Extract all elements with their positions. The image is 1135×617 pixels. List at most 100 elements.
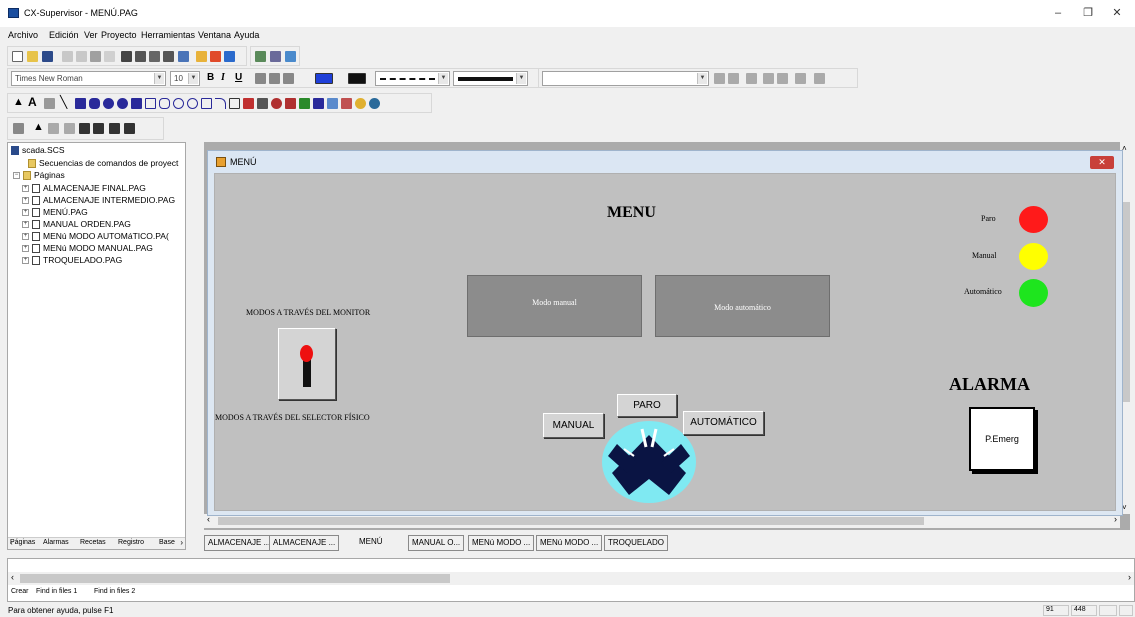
database-icon[interactable]: [255, 51, 266, 62]
fill-color-icon[interactable]: [315, 73, 333, 84]
menu-ayuda[interactable]: Ayuda: [234, 30, 259, 40]
emergency-stop-button[interactable]: P.Emerg: [969, 407, 1035, 471]
circle-outline-icon[interactable]: [187, 98, 198, 109]
scroll-thumb[interactable]: [218, 517, 924, 525]
toggle-tool-icon[interactable]: [243, 98, 254, 109]
cut-icon[interactable]: [62, 51, 73, 62]
group-icon[interactable]: [64, 123, 75, 134]
line-chart-tool-icon[interactable]: [327, 98, 338, 109]
menu-herramientas[interactable]: Herramientas: [141, 30, 195, 40]
menu-archivo[interactable]: Archivo: [8, 30, 38, 40]
menu-edicion[interactable]: Edición: [49, 30, 79, 40]
expand-icon[interactable]: +: [22, 221, 29, 229]
maximize-button[interactable]: ❐: [1077, 5, 1099, 21]
doc-tab[interactable]: ALMACENAJE ...: [204, 535, 275, 551]
tab-find-2[interactable]: Find in files 2: [94, 588, 135, 595]
expand-icon[interactable]: +: [22, 233, 29, 241]
paste-icon[interactable]: [90, 51, 101, 62]
tab-recetas[interactable]: Recetas: [80, 539, 106, 546]
ellipse-tool-icon[interactable]: [103, 98, 114, 109]
page-icon[interactable]: [178, 51, 189, 62]
rounded-outline-icon[interactable]: [159, 98, 170, 109]
line-style-combo[interactable]: ▼: [375, 71, 450, 86]
underline-button[interactable]: U: [235, 72, 242, 83]
scroll-thumb[interactable]: [20, 574, 450, 583]
menu-ventana[interactable]: Ventana: [198, 30, 231, 40]
doc-tab[interactable]: TROQUELADO: [604, 535, 669, 551]
tab-find-1[interactable]: Find in files 1: [36, 588, 77, 595]
tree-item[interactable]: + ALMACENAJE INTERMEDIO.PAG: [22, 195, 175, 206]
same-size-icon[interactable]: [746, 73, 757, 84]
tree-item[interactable]: + MANUAL ORDEN.PAG: [22, 219, 131, 230]
open-icon[interactable]: [27, 51, 38, 62]
pointer-icon[interactable]: ▲: [13, 96, 24, 108]
size-combo[interactable]: 10 ▼: [170, 71, 200, 86]
context-help-icon[interactable]: [163, 51, 174, 62]
space-down-icon[interactable]: [777, 73, 788, 84]
find-icon[interactable]: [121, 51, 132, 62]
tree-item[interactable]: + MENú MODO AUTOMáTICO.PA(: [22, 231, 169, 242]
line-color-icon[interactable]: [348, 73, 366, 84]
pushbutton-tool-icon[interactable]: [229, 98, 240, 109]
save-icon[interactable]: [42, 51, 53, 62]
linear-gauge-icon[interactable]: [285, 98, 296, 109]
mode-manual-box[interactable]: Modo manual: [467, 275, 642, 337]
align-right-icon[interactable]: [283, 73, 294, 84]
scroll-left-icon[interactable]: ‹: [11, 572, 14, 582]
edit-points-icon[interactable]: [814, 73, 825, 84]
grid-icon[interactable]: [93, 123, 104, 134]
rotate-icon[interactable]: [795, 73, 806, 84]
italic-button[interactable]: I: [221, 72, 225, 83]
menu-proyecto[interactable]: Proyecto: [101, 30, 137, 40]
minimize-button[interactable]: –: [1047, 5, 1069, 21]
automatico-button[interactable]: AUTOMÁTICO: [683, 411, 764, 435]
physical-selector-knob[interactable]: [602, 421, 696, 503]
select-pointer-icon[interactable]: ▲: [33, 121, 44, 133]
tree-item[interactable]: − Páginas: [13, 170, 65, 181]
lock-icon[interactable]: [48, 123, 59, 134]
text-tool-icon[interactable]: A: [28, 95, 37, 109]
scripts-icon[interactable]: [224, 51, 235, 62]
object-combo[interactable]: ▼: [542, 71, 709, 86]
sort-icon[interactable]: [124, 123, 135, 134]
expand-icon[interactable]: +: [22, 245, 29, 253]
rotational-gauge-icon[interactable]: [271, 98, 282, 109]
manual-button[interactable]: MANUAL: [543, 413, 604, 438]
bring-front-icon[interactable]: [109, 123, 120, 134]
tab-crear[interactable]: Crear: [11, 588, 29, 595]
tab-base[interactable]: Base: [159, 539, 175, 546]
close-button[interactable]: ✕: [1106, 5, 1128, 21]
rectangle-outline-icon[interactable]: [145, 98, 156, 109]
scroll-right-icon[interactable]: ›: [1128, 572, 1131, 582]
space-across-icon[interactable]: [763, 73, 774, 84]
tree-root[interactable]: scada.SCS: [11, 145, 65, 156]
tab-alarmas[interactable]: Alarmas: [43, 539, 69, 546]
font-combo[interactable]: Times New Roman ▼: [11, 71, 166, 86]
runtime-icon[interactable]: [196, 51, 207, 62]
center-objects-icon[interactable]: [728, 73, 739, 84]
print-icon[interactable]: [135, 51, 146, 62]
expand-icon[interactable]: +: [22, 257, 29, 265]
circle-tool-icon[interactable]: [117, 98, 128, 109]
doc-tab[interactable]: MANUAL O...: [408, 535, 465, 551]
output-scrollbar[interactable]: ‹ ›: [8, 572, 1134, 585]
tree-item[interactable]: + MENú MODO MANUAL.PAG: [22, 243, 153, 254]
annunciator-icon[interactable]: [44, 98, 55, 109]
menu-ver[interactable]: Ver: [84, 30, 98, 40]
scroll-thumb[interactable]: [1122, 202, 1130, 402]
align-objects-icon[interactable]: [714, 73, 725, 84]
doc-tab[interactable]: ALMACENAJE ...: [269, 535, 340, 551]
new-icon[interactable]: [12, 51, 23, 62]
align-center-icon[interactable]: [269, 73, 280, 84]
points-icon[interactable]: [210, 51, 221, 62]
doc-tab-active[interactable]: MENÚ: [339, 535, 386, 551]
alarm-icon[interactable]: [270, 51, 281, 62]
bitmap-tool-icon[interactable]: [355, 98, 366, 109]
trend-icon[interactable]: [299, 98, 310, 109]
help-icon[interactable]: [149, 51, 160, 62]
polygon-tool-icon[interactable]: [131, 98, 142, 109]
collapse-icon[interactable]: −: [13, 172, 20, 180]
tree-item[interactable]: + TROQUELADO.PAG: [22, 255, 122, 266]
rounded-rect-tool-icon[interactable]: [89, 98, 100, 109]
rectangle-tool-icon[interactable]: [75, 98, 86, 109]
